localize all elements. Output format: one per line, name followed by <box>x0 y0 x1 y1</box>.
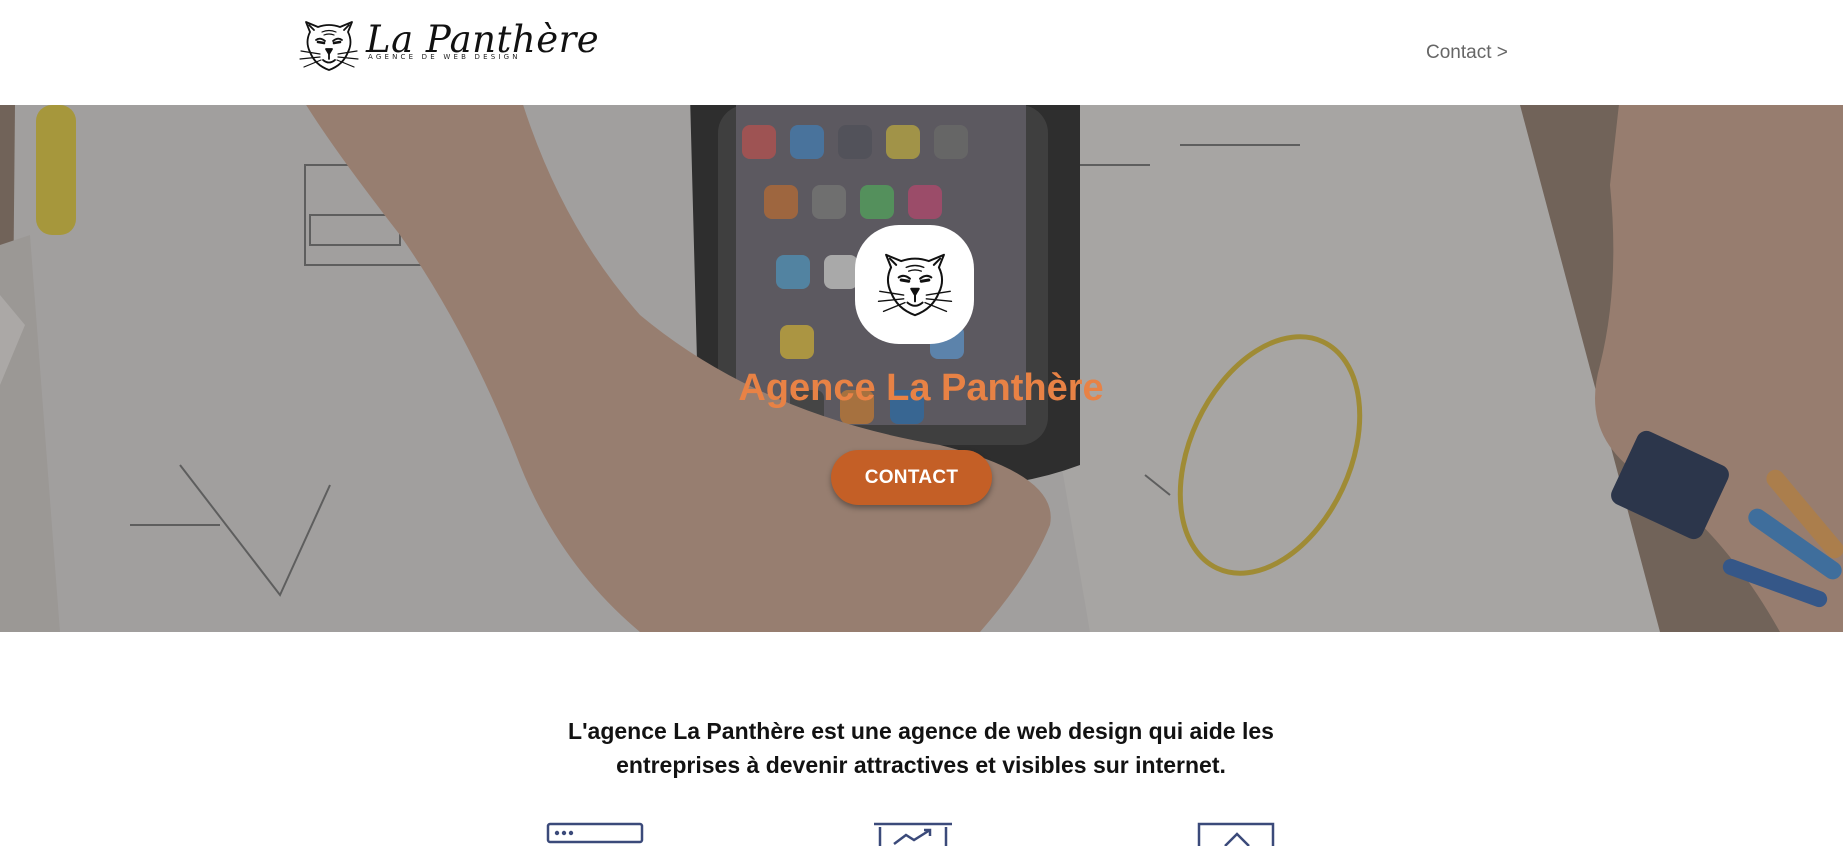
brand-tagline: Agence de web design <box>368 53 521 61</box>
hero-banner: Agence La Panthère CONTACT <box>0 105 1843 632</box>
panther-head-icon <box>877 253 952 316</box>
contact-button[interactable]: CONTACT <box>831 450 992 505</box>
browser-window-icon <box>545 818 645 846</box>
hero-logo-badge <box>855 225 974 344</box>
brand-wordmark: La Panthère Agence de web design <box>366 20 599 62</box>
brand-logo-link[interactable]: La Panthère Agence de web design <box>298 18 599 74</box>
hero-title: Agence La Panthère <box>738 367 1104 409</box>
panther-head-icon <box>299 21 359 71</box>
nav-contact-link[interactable]: Contact > <box>1426 42 1508 64</box>
site-header: La Panthère Agence de web design Contact… <box>0 0 1843 105</box>
intro-text: L'agence La Panthère est une agence de w… <box>568 718 1274 778</box>
presentation-chart-icon <box>872 818 956 846</box>
design-frame-icon <box>1195 818 1277 846</box>
